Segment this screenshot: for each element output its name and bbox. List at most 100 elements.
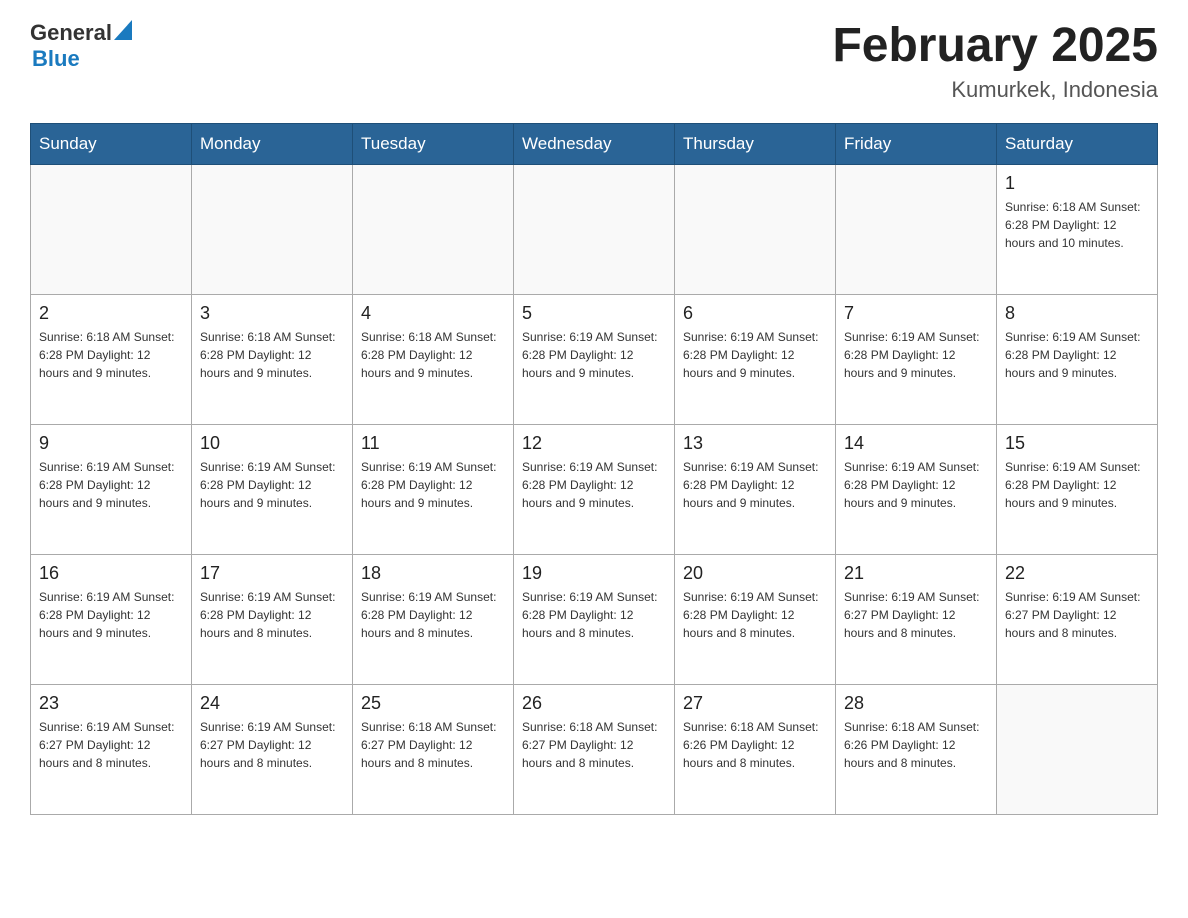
- calendar-day-cell: 24 Sunrise: 6:19 AM Sunset: 6:27 PM Dayli…: [192, 684, 353, 814]
- day-info: Sunrise: 6:19 AM Sunset: 6:28 PM Dayligh…: [683, 328, 827, 382]
- calendar-day-cell: 16Sunrise: 6:19 AM Sunset: 6:28 PM Dayli…: [31, 554, 192, 684]
- day-number: 25: [361, 693, 505, 714]
- day-info: Sunrise: 6:18 AM Sunset: 6:26 PM Dayligh…: [683, 718, 827, 772]
- day-info: Sunrise: 6:19 AM Sunset: 6:28 PM Dayligh…: [200, 588, 344, 642]
- calendar-day-cell: [192, 164, 353, 294]
- calendar-day-cell: 22 Sunrise: 6:19 AM Sunset: 6:27 PM Dayli…: [997, 554, 1158, 684]
- day-number: 17: [200, 563, 344, 584]
- weekday-header-monday: Monday: [192, 123, 353, 164]
- weekday-header-friday: Friday: [836, 123, 997, 164]
- day-number: 22: [1005, 563, 1149, 584]
- calendar-day-cell: [353, 164, 514, 294]
- day-info: Sunrise: 6:19 AM Sunset: 6:28 PM Dayligh…: [683, 458, 827, 512]
- day-info: Sunrise: 6:18 AM Sunset: 6:28 PM Dayligh…: [39, 328, 183, 382]
- calendar-day-cell: 3 Sunrise: 6:18 AM Sunset: 6:28 PM Daylig…: [192, 294, 353, 424]
- day-info: Sunrise: 6:18 AM Sunset: 6:28 PM Dayligh…: [361, 328, 505, 382]
- calendar-table: SundayMondayTuesdayWednesdayThursdayFrid…: [30, 123, 1158, 815]
- calendar-day-cell: 9 Sunrise: 6:19 AM Sunset: 6:28 PM Daylig…: [31, 424, 192, 554]
- day-info: Sunrise: 6:19 AM Sunset: 6:28 PM Dayligh…: [361, 588, 505, 642]
- day-info: Sunrise: 6:19 AM Sunset: 6:28 PM Dayligh…: [39, 458, 183, 512]
- day-info: Sunrise: 6:18 AM Sunset: 6:26 PM Dayligh…: [844, 718, 988, 772]
- day-info: Sunrise: 6:19 AM Sunset: 6:27 PM Dayligh…: [844, 588, 988, 642]
- day-number: 26: [522, 693, 666, 714]
- weekday-header-saturday: Saturday: [997, 123, 1158, 164]
- calendar-day-cell: 23Sunrise: 6:19 AM Sunset: 6:27 PM Dayli…: [31, 684, 192, 814]
- calendar-day-cell: 4 Sunrise: 6:18 AM Sunset: 6:28 PM Daylig…: [353, 294, 514, 424]
- day-info: Sunrise: 6:19 AM Sunset: 6:28 PM Dayligh…: [1005, 458, 1149, 512]
- day-number: 9: [39, 433, 183, 454]
- day-info: Sunrise: 6:19 AM Sunset: 6:28 PM Dayligh…: [522, 328, 666, 382]
- day-info: Sunrise: 6:18 AM Sunset: 6:27 PM Dayligh…: [361, 718, 505, 772]
- day-number: 1: [1005, 173, 1149, 194]
- calendar-day-cell: [514, 164, 675, 294]
- calendar-title: February 2025: [832, 20, 1158, 73]
- calendar-day-cell: [997, 684, 1158, 814]
- day-number: 18: [361, 563, 505, 584]
- day-number: 4: [361, 303, 505, 324]
- calendar-day-cell: 28 Sunrise: 6:18 AM Sunset: 6:26 PM Dayli…: [836, 684, 997, 814]
- calendar-week-row: 16 Sunrise: 6:19 AM Sunset: 6:28 PM Dayli…: [31, 554, 1158, 684]
- day-info: Sunrise: 6:19 AM Sunset: 6:28 PM Dayligh…: [361, 458, 505, 512]
- day-number: 19: [522, 563, 666, 584]
- logo: General Blue: [30, 20, 132, 72]
- calendar-day-cell: 8Sunrise: 6:19 AM Sunset: 6:28 PM Daylig…: [997, 294, 1158, 424]
- calendar-day-cell: 7 Sunrise: 6:19 AM Sunset: 6:28 PM Daylig…: [836, 294, 997, 424]
- day-number: 6: [683, 303, 827, 324]
- calendar-day-cell: 27 Sunrise: 6:18 AM Sunset: 6:26 PM Dayli…: [675, 684, 836, 814]
- day-number: 16: [39, 563, 183, 584]
- calendar-day-cell: 18 Sunrise: 6:19 AM Sunset: 6:28 PM Dayli…: [353, 554, 514, 684]
- day-number: 2: [39, 303, 183, 324]
- calendar-day-cell: 1 Sunrise: 6:18 AM Sunset: 6:28 PM Daylig…: [997, 164, 1158, 294]
- day-number: 21: [844, 563, 988, 584]
- calendar-day-cell: [675, 164, 836, 294]
- calendar-day-cell: 25 Sunrise: 6:18 AM Sunset: 6:27 PM Dayli…: [353, 684, 514, 814]
- day-info: Sunrise: 6:19 AM Sunset: 6:27 PM Dayligh…: [200, 718, 344, 772]
- weekday-header-row: SundayMondayTuesdayWednesdayThursdayFrid…: [31, 123, 1158, 164]
- day-number: 8: [1005, 303, 1149, 324]
- day-number: 14: [844, 433, 988, 454]
- day-number: 20: [683, 563, 827, 584]
- day-number: 11: [361, 433, 505, 454]
- calendar-day-cell: 5 Sunrise: 6:19 AM Sunset: 6:28 PM Daylig…: [514, 294, 675, 424]
- weekday-header-sunday: Sunday: [31, 123, 192, 164]
- calendar-day-cell: 12Sunrise: 6:19 AM Sunset: 6:28 PM Dayli…: [514, 424, 675, 554]
- day-number: 5: [522, 303, 666, 324]
- day-number: 24: [200, 693, 344, 714]
- calendar-week-row: 2 Sunrise: 6:18 AM Sunset: 6:28 PM Daylig…: [31, 294, 1158, 424]
- calendar-day-cell: 13 Sunrise: 6:19 AM Sunset: 6:28 PM Dayli…: [675, 424, 836, 554]
- day-info: Sunrise: 6:18 AM Sunset: 6:28 PM Dayligh…: [200, 328, 344, 382]
- title-section: February 2025 Kumurkek, Indonesia: [832, 20, 1158, 103]
- calendar-day-cell: 17 Sunrise: 6:19 AM Sunset: 6:28 PM Dayli…: [192, 554, 353, 684]
- calendar-day-cell: 19Sunrise: 6:19 AM Sunset: 6:28 PM Dayli…: [514, 554, 675, 684]
- day-info: Sunrise: 6:19 AM Sunset: 6:28 PM Dayligh…: [200, 458, 344, 512]
- calendar-day-cell: 2 Sunrise: 6:18 AM Sunset: 6:28 PM Daylig…: [31, 294, 192, 424]
- calendar-day-cell: 11 Sunrise: 6:19 AM Sunset: 6:28 PM Dayli…: [353, 424, 514, 554]
- calendar-day-cell: 6 Sunrise: 6:19 AM Sunset: 6:28 PM Daylig…: [675, 294, 836, 424]
- calendar-week-row: 23 Sunrise: 6:19 AM Sunset: 6:27 PM Dayli…: [31, 684, 1158, 814]
- day-info: Sunrise: 6:19 AM Sunset: 6:28 PM Dayligh…: [844, 328, 988, 382]
- calendar-day-cell: 15 Sunrise: 6:19 AM Sunset: 6:28 PM Dayli…: [997, 424, 1158, 554]
- day-number: 3: [200, 303, 344, 324]
- calendar-day-cell: 14 Sunrise: 6:19 AM Sunset: 6:28 PM Dayli…: [836, 424, 997, 554]
- calendar-subtitle: Kumurkek, Indonesia: [832, 77, 1158, 103]
- day-number: 23: [39, 693, 183, 714]
- day-number: 27: [683, 693, 827, 714]
- calendar-day-cell: 26Sunrise: 6:18 AM Sunset: 6:27 PM Dayli…: [514, 684, 675, 814]
- day-info: Sunrise: 6:19 AM Sunset: 6:27 PM Dayligh…: [1005, 588, 1149, 642]
- calendar-day-cell: 10 Sunrise: 6:19 AM Sunset: 6:28 PM Dayli…: [192, 424, 353, 554]
- day-number: 12: [522, 433, 666, 454]
- logo-triangle-icon: [114, 20, 132, 40]
- day-number: 10: [200, 433, 344, 454]
- day-number: 13: [683, 433, 827, 454]
- day-number: 7: [844, 303, 988, 324]
- day-number: 28: [844, 693, 988, 714]
- weekday-header-wednesday: Wednesday: [514, 123, 675, 164]
- day-number: 15: [1005, 433, 1149, 454]
- calendar-day-cell: 21 Sunrise: 6:19 AM Sunset: 6:27 PM Dayli…: [836, 554, 997, 684]
- calendar-day-cell: 20Sunrise: 6:19 AM Sunset: 6:28 PM Dayli…: [675, 554, 836, 684]
- day-info: Sunrise: 6:19 AM Sunset: 6:28 PM Dayligh…: [844, 458, 988, 512]
- calendar-day-cell: [836, 164, 997, 294]
- calendar-day-cell: [31, 164, 192, 294]
- day-info: Sunrise: 6:18 AM Sunset: 6:28 PM Dayligh…: [1005, 198, 1149, 252]
- logo-general-text: General: [30, 20, 112, 46]
